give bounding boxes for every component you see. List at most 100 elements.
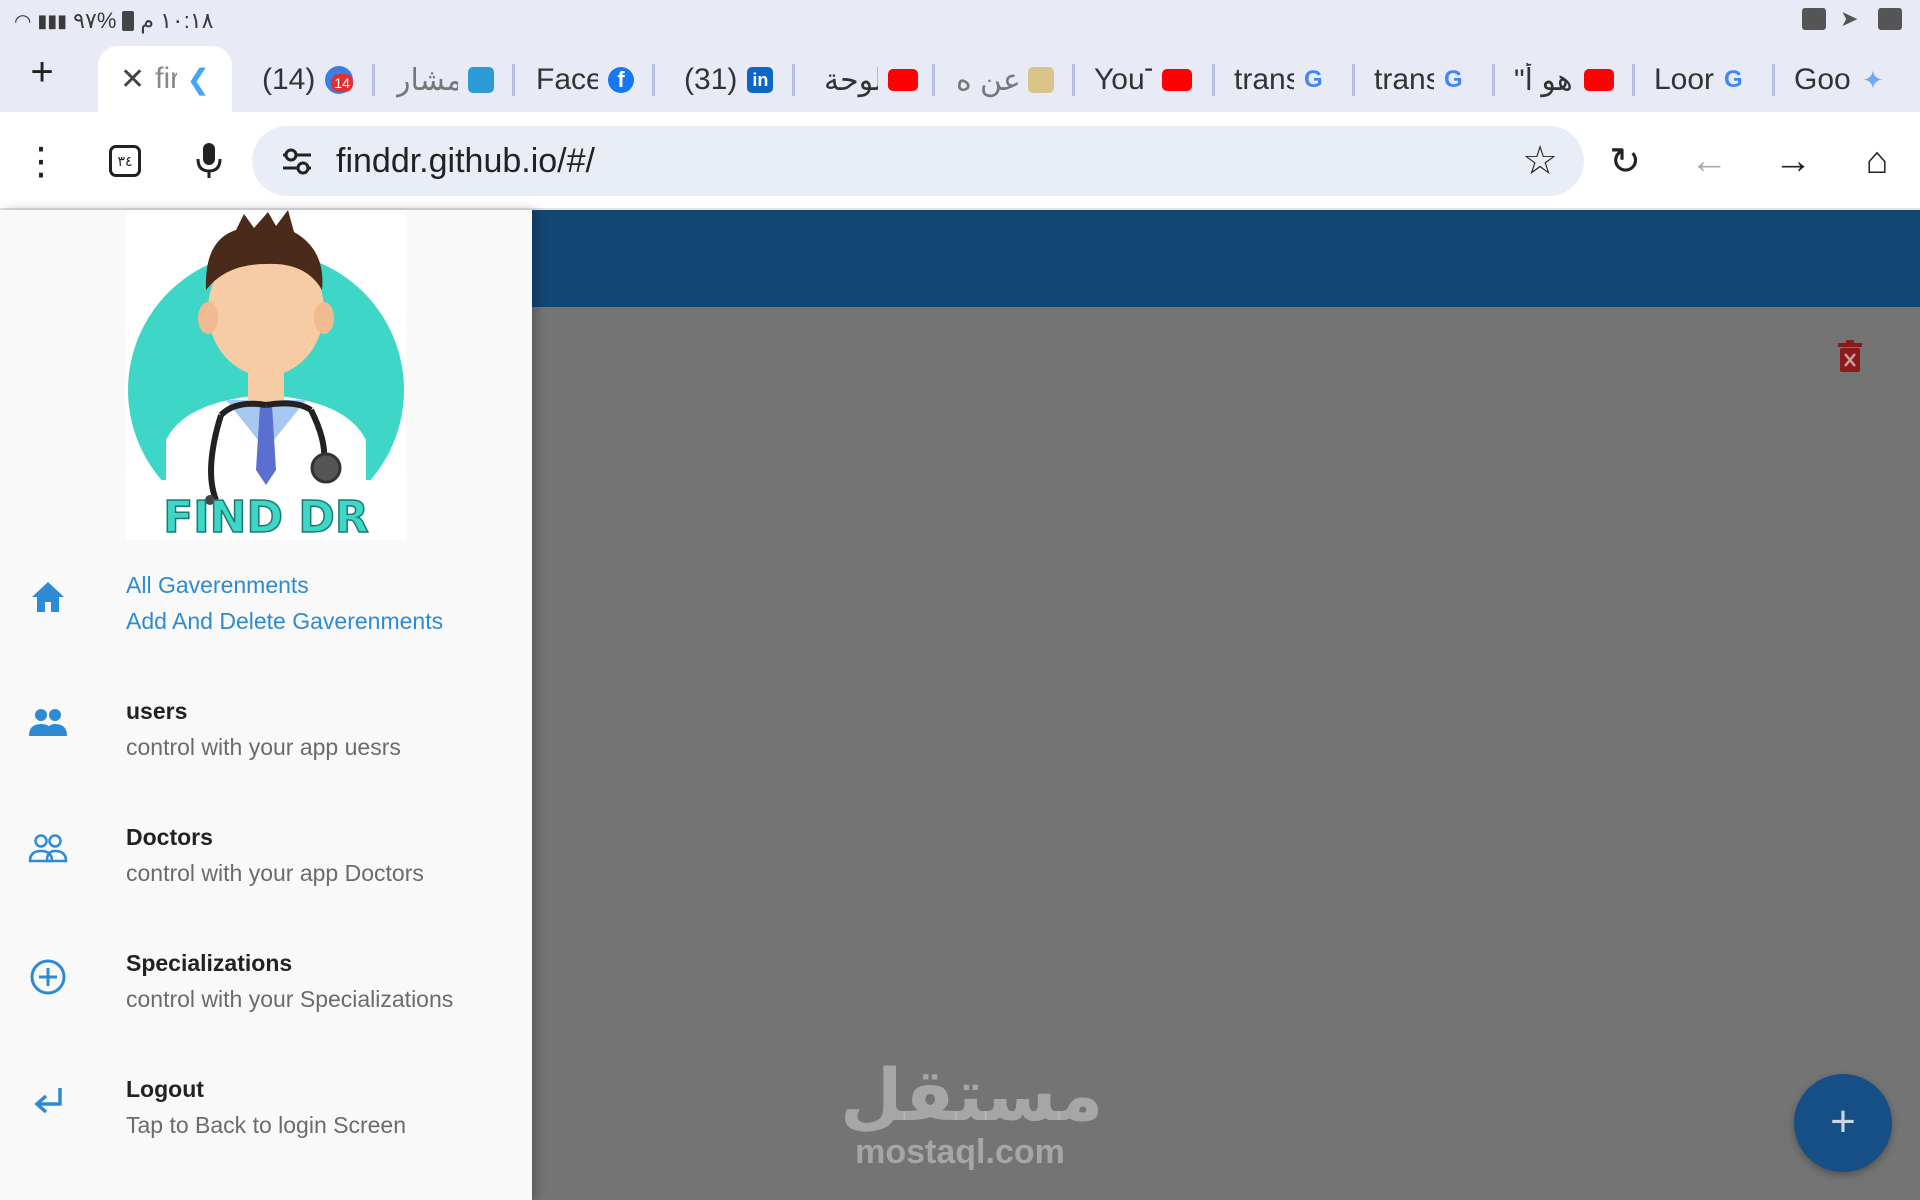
tab-separator	[652, 64, 655, 96]
navigation-drawer: FIND DR All Gaverenments Add And Delete …	[0, 210, 532, 1200]
menu-icon[interactable]: ⋮	[18, 138, 64, 184]
tab-title: المشار	[396, 63, 458, 97]
telegram-icon: ➤	[1840, 6, 1859, 31]
battery-level: %٩٧	[73, 8, 117, 33]
tab-title: Face	[536, 63, 598, 96]
google-icon: G	[1444, 66, 1463, 93]
gallery-icon	[1878, 8, 1902, 30]
tab-title: fir	[155, 62, 177, 95]
google-icon: G	[1304, 66, 1323, 93]
notification-badge: 14	[331, 74, 353, 92]
drawer-item-subtitle: Tap to Back to login Screen	[126, 1112, 406, 1138]
browser-toolbar: ⋮ ٣٤ finddr.github.io/#/ ☆ ↻ ← → ⌂	[0, 112, 1920, 210]
tab-youtube[interactable]: لوحة	[824, 58, 918, 102]
tab-separator	[932, 64, 935, 96]
microphone-icon[interactable]	[186, 138, 232, 184]
tab-title: عن ه	[956, 63, 1018, 97]
tab-title: Goo	[1794, 63, 1851, 96]
tab-google-3[interactable]: Loor G	[1654, 58, 1743, 102]
home-icon[interactable]: ⌂	[1854, 138, 1900, 184]
tab-youtube-2[interactable]: YouT	[1094, 58, 1192, 102]
tab-separator	[1492, 64, 1495, 96]
tab-title: Loor	[1654, 63, 1714, 96]
drawer-item-title: Doctors	[126, 824, 213, 850]
drawer-item-subtitle: Add And Delete Gaverenments	[126, 608, 444, 634]
message-icon	[1802, 8, 1826, 30]
status-bar: ١٠:١٨ م %٩٧ ▮▮▮ ◠ ➤	[0, 0, 1920, 42]
tab-separator	[372, 64, 375, 96]
site-icon	[1028, 67, 1054, 93]
url-text[interactable]: finddr.github.io/#/	[336, 142, 595, 181]
tab-title: YouT	[1094, 63, 1152, 96]
tab-title: (14)	[262, 63, 316, 96]
address-bar[interactable]: finddr.github.io/#/ ☆	[252, 126, 1584, 196]
watermark: مستقل mostaql.com	[840, 1056, 1104, 1172]
site-settings-icon[interactable]	[280, 144, 314, 178]
tab-gemini[interactable]: Goo ✦	[1794, 58, 1884, 102]
tab-switcher-button[interactable]: ٣٤	[102, 138, 148, 184]
battery-icon	[122, 11, 135, 31]
drawer-item-doctors[interactable]: Doctors control with your app Doctors	[0, 822, 532, 932]
watermark-english: mostaql.com	[855, 1133, 1065, 1171]
back-icon[interactable]: ←	[1686, 138, 1732, 184]
tab-title: لوحة	[824, 63, 878, 97]
messenger-icon: 14	[325, 66, 354, 94]
tab-messenger[interactable]: (14) 14	[262, 58, 354, 102]
drawer-item-title: users	[126, 698, 188, 724]
find-dr-logo: FIND DR	[126, 210, 406, 540]
tab-separator	[1072, 64, 1075, 96]
drawer-item-title: Specializations	[126, 950, 293, 976]
tab-separator	[1352, 64, 1355, 96]
status-right: ➤	[1802, 8, 1902, 30]
facebook-icon: f	[608, 67, 634, 93]
drawer-item-users[interactable]: users control with your app uesrs	[0, 696, 532, 806]
tab-strip: + ✕ fir ❮ (14) 14 المشار Face f (31) in …	[0, 42, 1920, 112]
tab-google-2[interactable]: trans G	[1374, 58, 1463, 102]
youtube-icon	[888, 69, 918, 91]
watermark-arabic: مستقل	[840, 1056, 1104, 1136]
tab-separator	[1632, 64, 1635, 96]
forward-icon[interactable]: →	[1770, 138, 1816, 184]
drawer-item-subtitle: control with your Specializations	[126, 986, 454, 1012]
close-tab-icon[interactable]: ✕	[120, 62, 145, 97]
drawer-item-logout[interactable]: Logout Tap to Back to login Screen	[0, 1074, 532, 1184]
delete-icon[interactable]	[1836, 340, 1864, 374]
home-icon	[28, 580, 68, 620]
tab-active[interactable]: ✕ fir ❮	[98, 46, 232, 112]
add-fab-button[interactable]: +	[1794, 1074, 1892, 1172]
tab-facebook[interactable]: Face f	[536, 58, 634, 102]
drawer-item-title: All Gaverenments	[126, 572, 309, 598]
tab-separator	[512, 64, 515, 96]
youtube-icon	[1584, 69, 1614, 91]
tab-title: trans	[1234, 63, 1294, 96]
status-left: ١٠:١٨ م %٩٧ ▮▮▮ ◠	[14, 8, 214, 34]
logo-text: FIND DR	[163, 492, 369, 540]
tab-site[interactable]: عن ه	[956, 58, 1054, 102]
tab-separator	[792, 64, 795, 96]
linkedin-icon: in	[747, 67, 774, 93]
return-icon	[28, 1084, 68, 1124]
tab-linkedin[interactable]: (31) in	[684, 58, 774, 102]
reload-icon[interactable]: ↻	[1602, 138, 1648, 184]
people-outline-icon	[28, 832, 68, 872]
tab-count: ٣٤	[109, 145, 141, 177]
tab-separator	[1772, 64, 1775, 96]
signal-icon: ▮▮▮	[37, 10, 68, 31]
drawer-item-subtitle: control with your app uesrs	[126, 734, 401, 760]
drawer-item-governments[interactable]: All Gaverenments Add And Delete Gaverenm…	[0, 570, 532, 680]
tab-youtube-3[interactable]: "هو أ	[1514, 58, 1614, 102]
gemini-icon: ✦	[1862, 64, 1884, 95]
drawer-item-specializations[interactable]: Specializations control with your Specia…	[0, 948, 532, 1058]
drawer-item-subtitle: control with your app Doctors	[126, 860, 424, 886]
tab-title: trans	[1374, 63, 1434, 96]
youtube-icon	[1162, 69, 1192, 91]
flutter-icon: ❮	[186, 63, 210, 95]
tab-google-1[interactable]: trans G	[1234, 58, 1323, 102]
drawer-item-title: Logout	[126, 1076, 204, 1102]
tab-app[interactable]: المشار	[396, 58, 494, 102]
app-icon	[468, 67, 494, 93]
new-tab-button[interactable]: +	[20, 52, 64, 96]
google-icon: G	[1724, 66, 1743, 93]
bookmark-star-icon[interactable]: ☆	[1522, 138, 1558, 184]
add-circle-icon	[28, 958, 68, 998]
